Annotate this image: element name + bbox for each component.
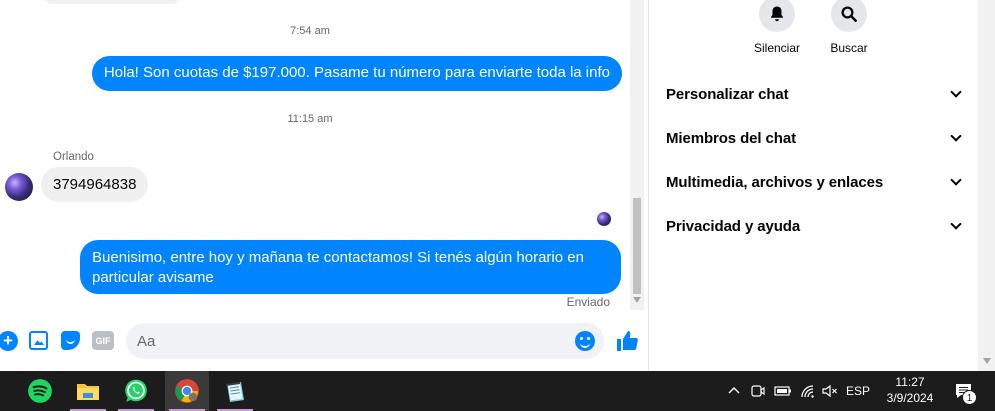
- timestamp: 7:54 am: [290, 25, 330, 37]
- meet-now-icon[interactable]: [748, 371, 768, 411]
- timestamp: 11:15 am: [287, 113, 333, 125]
- chat-details-panel: Silenciar Buscar Personalizar chat Miemb…: [648, 0, 978, 371]
- notepad-icon: [225, 382, 244, 402]
- section-label: Privacidad y ayuda: [666, 217, 801, 235]
- mute-label: Silenciar: [753, 41, 801, 55]
- search-icon: [841, 6, 857, 22]
- notification-count-badge: 1: [962, 390, 977, 405]
- search-label: Buscar: [830, 41, 868, 55]
- volume-muted-icon[interactable]: [820, 371, 840, 411]
- contact-avatar[interactable]: [5, 173, 33, 201]
- emoji-icon[interactable]: [575, 331, 595, 351]
- mute-button[interactable]: [759, 0, 795, 32]
- show-hidden-icons-chevron-up-icon[interactable]: [724, 371, 744, 411]
- chevron-down-icon: [950, 130, 962, 142]
- taskbar-file-explorer[interactable]: [66, 371, 110, 411]
- image-icon[interactable]: [29, 331, 48, 350]
- clock-date: 3/9/2024: [886, 391, 934, 405]
- plus-icon[interactable]: +: [0, 331, 18, 351]
- chevron-down-icon: [950, 86, 962, 98]
- seen-avatar: [597, 212, 611, 226]
- scroll-down-arrow-icon[interactable]: [983, 358, 991, 364]
- message-input-container[interactable]: [126, 323, 604, 359]
- whatsapp-icon: [125, 379, 147, 402]
- input-language[interactable]: ESP: [843, 371, 873, 411]
- bell-icon: [771, 6, 783, 22]
- battery-icon[interactable]: [772, 371, 794, 411]
- message-input[interactable]: [137, 323, 557, 359]
- taskbar-notepad[interactable]: [213, 371, 257, 411]
- chevron-down-icon: [950, 218, 962, 230]
- section-privacy-help[interactable]: Privacidad y ayuda: [666, 211, 964, 241]
- search-action[interactable]: Buscar: [814, 0, 884, 55]
- section-label: Miembros del chat: [666, 129, 796, 147]
- windows-taskbar: ESP 11:27 3/9/2024 1: [0, 371, 995, 411]
- sticker-icon[interactable]: [61, 331, 80, 350]
- mute-action[interactable]: Silenciar: [742, 0, 812, 55]
- clock-time: 11:27: [895, 375, 925, 389]
- spotify-icon: [28, 379, 52, 403]
- section-media-files-links[interactable]: Multimedia, archivos y enlaces: [666, 167, 964, 197]
- scroll-down-arrow-icon[interactable]: [633, 297, 641, 303]
- gif-icon[interactable]: GIF: [92, 331, 114, 350]
- search-button[interactable]: [831, 0, 867, 32]
- panel-scrollbar[interactable]: [978, 0, 995, 371]
- sender-name: Orlando: [53, 151, 94, 163]
- message-composer: + GIF: [0, 320, 648, 362]
- section-chat-members[interactable]: Miembros del chat: [666, 123, 964, 153]
- wifi-icon[interactable]: [797, 371, 819, 411]
- section-label: Multimedia, archivos y enlaces: [666, 173, 884, 191]
- taskbar-whatsapp[interactable]: [114, 371, 158, 411]
- message-status: Enviado: [566, 295, 610, 309]
- folder-icon: [77, 384, 99, 400]
- like-icon[interactable]: [615, 329, 639, 353]
- chrome-icon: [175, 379, 199, 403]
- chat-thread[interactable]: 7:54 am Hola! Son cuotas de $197.000. Pa…: [0, 0, 630, 371]
- section-label: Personalizar chat: [666, 85, 789, 103]
- section-customize-chat[interactable]: Personalizar chat: [666, 79, 964, 109]
- scrollbar-thumb[interactable]: [633, 198, 641, 294]
- partial-message-bubble: [44, 0, 180, 4]
- outgoing-message[interactable]: Buenisimo, entre hoy y mañana te contact…: [80, 240, 621, 294]
- incoming-message[interactable]: 3794964838: [41, 167, 149, 202]
- chevron-down-icon: [950, 174, 962, 186]
- system-clock[interactable]: 11:27 3/9/2024: [876, 374, 944, 406]
- chat-scrollbar[interactable]: [630, 0, 644, 310]
- outgoing-message[interactable]: Hola! Son cuotas de $197.000. Pasame tu …: [91, 56, 622, 91]
- messenger-window: 7:54 am Hola! Son cuotas de $197.000. Pa…: [0, 0, 995, 371]
- taskbar-spotify[interactable]: [18, 371, 62, 411]
- taskbar-chrome[interactable]: [165, 371, 209, 411]
